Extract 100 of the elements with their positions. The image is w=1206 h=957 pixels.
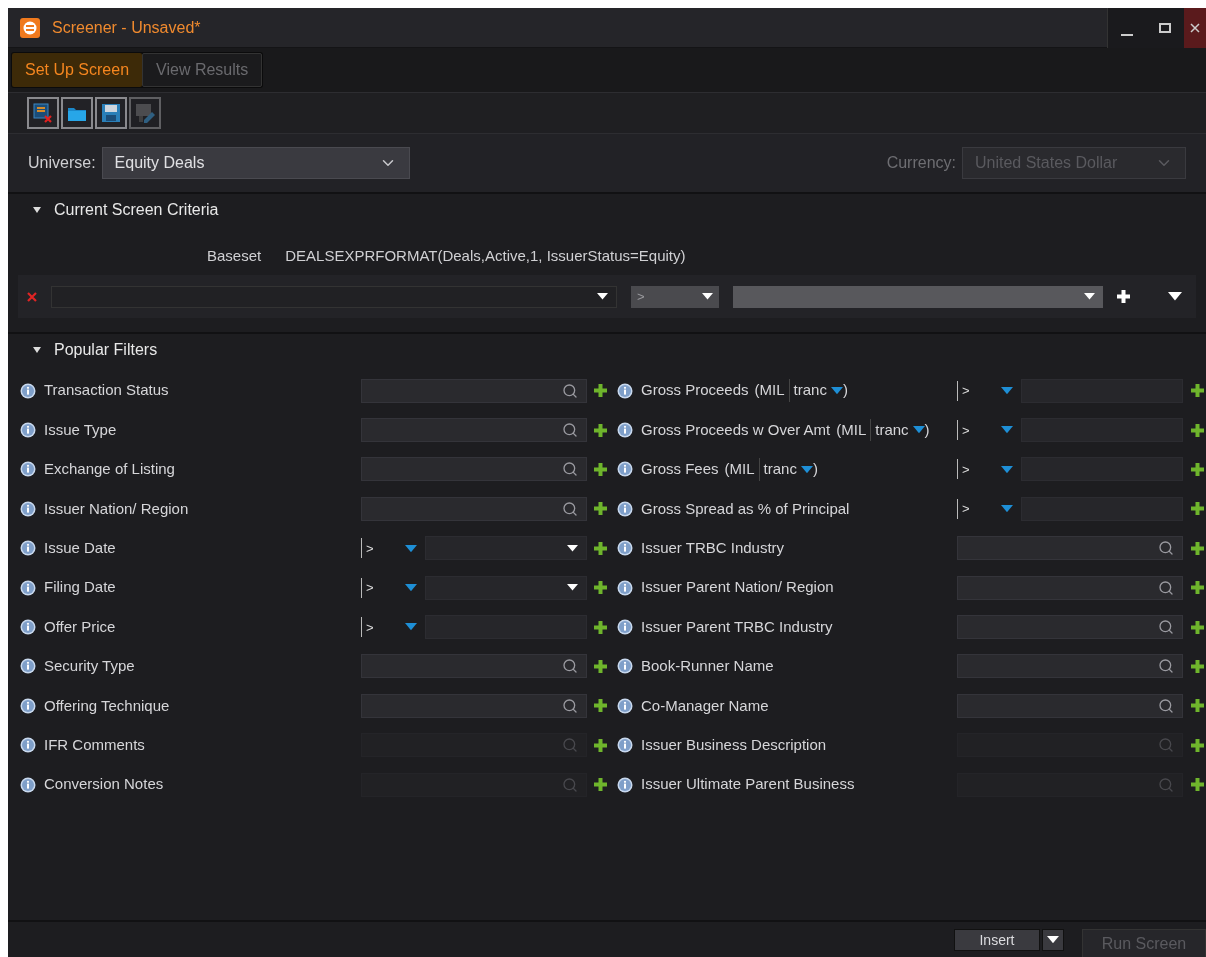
operator-selector[interactable]: > [361, 577, 405, 598]
add-icon[interactable] [594, 384, 607, 398]
add-icon[interactable] [1191, 384, 1204, 398]
basis-selector[interactable]: tranc [870, 418, 925, 442]
dropdown-arrow-icon[interactable] [912, 426, 925, 434]
add-icon[interactable] [1191, 462, 1204, 476]
info-icon[interactable] [20, 382, 36, 399]
save-icon[interactable] [95, 97, 127, 129]
clear-icon[interactable] [27, 97, 59, 129]
info-icon[interactable] [20, 697, 36, 714]
add-icon[interactable] [1191, 581, 1204, 595]
search-icon [1158, 579, 1174, 596]
search-field[interactable] [957, 575, 1183, 600]
info-icon[interactable] [617, 697, 633, 714]
add-icon[interactable] [1191, 541, 1204, 555]
search-field[interactable] [957, 693, 1183, 718]
basis-selector[interactable]: tranc [788, 379, 843, 402]
info-icon[interactable] [617, 776, 633, 793]
add-icon[interactable] [594, 620, 607, 634]
add-icon[interactable] [594, 423, 607, 437]
collapse-icon[interactable] [32, 344, 42, 355]
add-icon[interactable] [1191, 738, 1204, 752]
info-icon[interactable] [617, 422, 633, 439]
dropdown-arrow-icon[interactable] [1001, 426, 1013, 434]
section-header[interactable]: Popular Filters [8, 332, 1206, 365]
info-icon[interactable] [20, 658, 36, 675]
info-icon[interactable] [20, 540, 36, 557]
dropdown-arrow-icon[interactable] [405, 584, 417, 592]
search-field[interactable] [361, 378, 587, 403]
caret-icon[interactable] [1084, 293, 1095, 300]
search-field[interactable] [957, 536, 1183, 561]
search-field[interactable] [361, 654, 587, 679]
caret-icon[interactable] [567, 544, 578, 552]
info-icon[interactable] [20, 461, 36, 478]
tab[interactable]: Set Up Screen [12, 53, 143, 87]
add-icon[interactable] [594, 738, 607, 752]
caret-icon[interactable] [567, 584, 578, 591]
dropdown-arrow-icon[interactable] [1001, 387, 1013, 395]
universe-label: Universe: [28, 153, 96, 173]
search-field[interactable] [361, 693, 587, 718]
collapse-icon[interactable] [32, 204, 42, 215]
caret-icon[interactable] [702, 293, 713, 300]
info-icon[interactable] [617, 737, 633, 754]
add-icon[interactable] [1191, 620, 1204, 634]
add-icon[interactable] [1191, 699, 1204, 713]
menu-caret-icon[interactable] [1168, 292, 1182, 301]
add-icon[interactable] [594, 541, 607, 555]
search-field[interactable] [957, 654, 1183, 679]
search-field[interactable] [361, 496, 587, 521]
operator-selector[interactable]: > [957, 380, 1001, 401]
dropdown-arrow-icon[interactable] [830, 387, 843, 395]
info-icon[interactable] [20, 619, 36, 636]
info-icon[interactable] [617, 658, 633, 675]
dropdown-arrow-icon[interactable] [405, 623, 417, 631]
operator-selector[interactable]: > [957, 498, 1001, 519]
section-header[interactable]: Current Screen Criteria [8, 192, 1206, 225]
add-icon[interactable] [1191, 659, 1204, 673]
add-icon[interactable] [594, 581, 607, 595]
info-icon[interactable] [617, 540, 633, 557]
info-icon[interactable] [20, 500, 36, 517]
add-icon[interactable] [594, 659, 607, 673]
basis-selector[interactable]: tranc [758, 458, 813, 481]
search-field[interactable] [361, 457, 587, 482]
dropdown-arrow-icon[interactable] [1001, 465, 1013, 474]
add-icon[interactable] [1191, 502, 1204, 516]
caret-icon[interactable] [597, 293, 608, 300]
add-icon[interactable] [1117, 290, 1130, 303]
insert-button[interactable]: Insert [954, 928, 1040, 951]
operator-selector[interactable]: > [361, 617, 405, 638]
universe-dropdown[interactable]: Equity Deals [101, 147, 410, 179]
dropdown-arrow-icon[interactable] [1001, 505, 1013, 513]
add-icon[interactable] [594, 502, 607, 516]
info-icon[interactable] [617, 382, 633, 399]
search-field[interactable] [361, 418, 587, 443]
insert-menu-button[interactable] [1042, 928, 1064, 951]
dropdown-arrow-icon[interactable] [405, 544, 417, 552]
info-icon[interactable] [20, 737, 36, 754]
search-field[interactable] [957, 615, 1183, 640]
info-icon[interactable] [617, 579, 633, 596]
info-icon[interactable] [20, 579, 36, 596]
folder-icon[interactable] [61, 97, 93, 129]
add-icon[interactable] [1191, 778, 1204, 792]
info-icon[interactable] [20, 776, 36, 793]
info-icon[interactable] [617, 461, 633, 478]
field-dropdown[interactable] [51, 285, 617, 308]
operator-selector[interactable]: > [957, 459, 1001, 480]
add-icon[interactable] [594, 699, 607, 713]
close-button[interactable] [1184, 7, 1206, 48]
operator-selector[interactable]: > [957, 420, 1001, 441]
operator-selector[interactable]: > [361, 538, 405, 559]
info-icon[interactable] [617, 500, 633, 517]
info-icon[interactable] [20, 422, 36, 439]
info-icon[interactable] [617, 619, 633, 636]
add-icon[interactable] [594, 778, 607, 792]
unit-label: (MIL [754, 380, 785, 401]
caret-icon[interactable] [1047, 935, 1059, 944]
dropdown-arrow-icon[interactable] [800, 465, 813, 474]
add-icon[interactable] [594, 462, 607, 476]
remove-icon[interactable] [27, 291, 37, 302]
add-icon[interactable] [1191, 423, 1204, 437]
